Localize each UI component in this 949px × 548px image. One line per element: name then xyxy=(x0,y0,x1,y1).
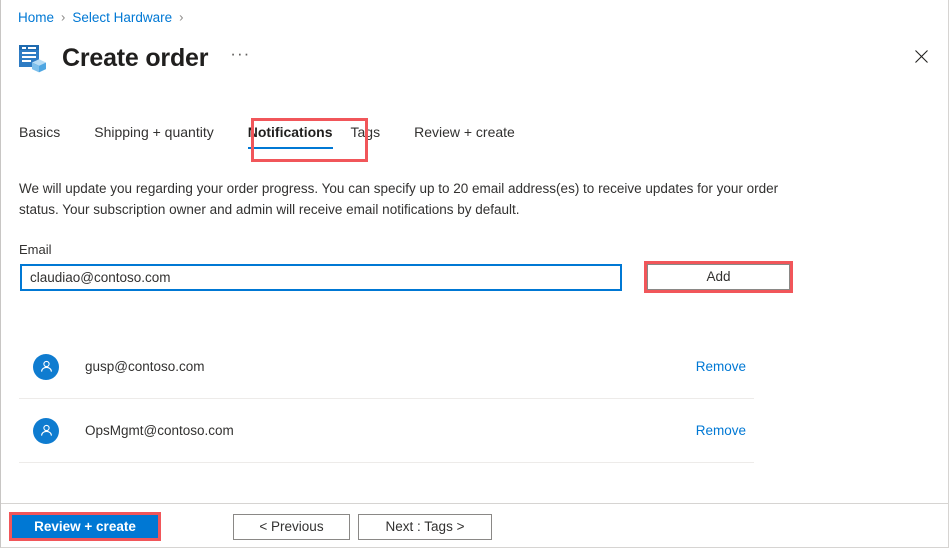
wizard-tabs: Basics Shipping + quantity Notifications… xyxy=(19,124,549,149)
breadcrumb: Home › Select Hardware › xyxy=(18,9,191,27)
breadcrumb-separator-icon: › xyxy=(179,9,184,25)
remove-recipient-link[interactable]: Remove xyxy=(696,359,746,374)
recipient-email: gusp@contoso.com xyxy=(85,359,205,374)
list-item: gusp@contoso.com Remove xyxy=(19,335,754,399)
create-order-blade: Home › Select Hardware › Create order ··… xyxy=(0,0,949,548)
previous-button[interactable]: < Previous xyxy=(233,514,350,540)
more-options-icon[interactable]: ··· xyxy=(230,45,250,67)
tab-shipping-quantity[interactable]: Shipping + quantity xyxy=(94,124,213,149)
tab-basics[interactable]: Basics xyxy=(19,124,60,149)
review-create-button[interactable]: Review + create xyxy=(12,515,158,538)
order-form-box-icon xyxy=(18,43,48,73)
email-input[interactable] xyxy=(20,264,622,291)
breadcrumb-separator-icon: › xyxy=(61,9,66,25)
notifications-description: We will update you regarding your order … xyxy=(19,181,779,217)
email-field-label: Email xyxy=(19,242,52,257)
close-icon[interactable] xyxy=(906,41,936,71)
tab-review-create[interactable]: Review + create xyxy=(414,124,515,149)
page-header: Create order ··· xyxy=(18,38,250,78)
recipient-email: OpsMgmt@contoso.com xyxy=(85,423,234,438)
page-title: Create order xyxy=(62,43,209,72)
email-recipients-list: gusp@contoso.com Remove OpsMgmt@contoso.… xyxy=(19,335,754,463)
list-item: OpsMgmt@contoso.com Remove xyxy=(19,399,754,463)
breadcrumb-item-home[interactable]: Home xyxy=(18,9,54,27)
tab-tags[interactable]: Tags xyxy=(351,124,381,149)
person-icon xyxy=(33,353,59,380)
add-email-button[interactable]: Add xyxy=(647,264,790,290)
next-button[interactable]: Next : Tags > xyxy=(358,514,492,540)
breadcrumb-item-select-hardware[interactable]: Select Hardware xyxy=(72,9,172,27)
person-icon xyxy=(33,417,59,444)
remove-recipient-link[interactable]: Remove xyxy=(696,423,746,438)
tab-notifications[interactable]: Notifications xyxy=(247,124,333,149)
